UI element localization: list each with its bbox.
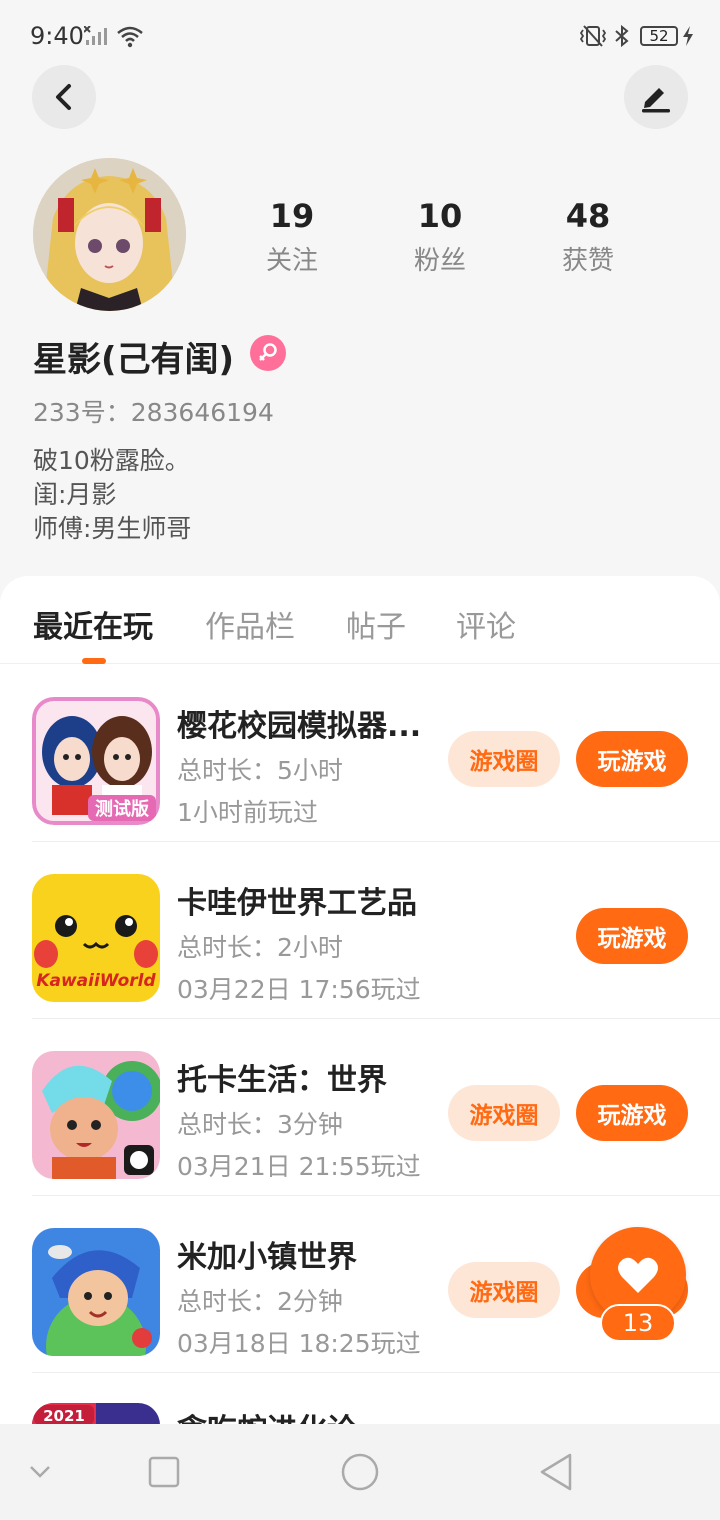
stat-fans[interactable]: 10 粉丝 — [380, 196, 500, 277]
user-id: 233号：283646194 — [33, 398, 274, 427]
play-game-button[interactable]: 玩游戏 — [576, 731, 688, 787]
bluetooth-icon — [615, 24, 629, 48]
status-time: 9:40 — [30, 22, 84, 50]
tab-comments[interactable]: 评论 — [456, 602, 516, 646]
system-nav-bar — [0, 1424, 720, 1520]
game-row[interactable]: KawaiiWorld 卡哇伊世界工艺品 总时长：2小时 03月22日 17:5… — [32, 842, 720, 1019]
stat-value: 10 — [417, 197, 463, 235]
game-icon: 测试版 — [32, 697, 160, 825]
play-game-button[interactable]: 玩游戏 — [576, 1085, 688, 1141]
year-badge: 2021 — [43, 1407, 85, 1425]
bio-line: 师傅:男生师哥 — [33, 514, 192, 543]
recents-icon[interactable] — [148, 1456, 180, 1488]
game-name: 米加小镇世界 — [177, 1240, 357, 1275]
game-name: 卡哇伊世界工艺品 — [177, 886, 417, 921]
tab-works[interactable]: 作品栏 — [205, 602, 295, 646]
play-game-button[interactable]: 玩游戏 — [576, 908, 688, 964]
game-name: 樱花校园模拟器... — [177, 709, 422, 744]
tab-posts[interactable]: 帖子 — [346, 602, 406, 646]
test-version-badge: 测试版 — [95, 798, 149, 820]
gender-female-icon — [250, 335, 286, 371]
game-last-played: 03月22日 17:56玩过 — [177, 975, 421, 1004]
battery-indicator: 52 — [640, 26, 678, 46]
game-icon — [32, 1051, 160, 1179]
tab-bar: 最近在玩 作品栏 帖子 评论 — [0, 576, 720, 664]
stat-value: 19 — [269, 197, 315, 235]
game-row[interactable]: 测试版 樱花校园模拟器... 总时长：5小时 1小时前玩过 游戏圈 玩游戏 — [32, 665, 720, 842]
status-bar: 9:40 52 — [0, 0, 720, 70]
stat-label: 粉丝 — [413, 246, 466, 276]
game-last-played: 03月21日 21:55玩过 — [177, 1152, 421, 1181]
game-row[interactable]: 托卡生活：世界 总时长：3分钟 03月21日 21:55玩过 游戏圈 玩游戏 — [32, 1019, 720, 1196]
stat-likes[interactable]: 48 获赞 — [528, 196, 648, 277]
avatar-illustration — [33, 158, 186, 311]
tab-indicator — [82, 658, 106, 664]
bio-line: 破10粉露脸。 — [33, 446, 190, 475]
bio: 破10粉露脸。 闺:月影 师傅:男生师哥 — [33, 444, 191, 546]
game-last-played: 1小时前玩过 — [177, 798, 318, 827]
bio-line: 闺:月影 — [33, 480, 117, 509]
stat-label: 获赞 — [561, 246, 614, 276]
hide-keyboard-icon[interactable] — [28, 1464, 52, 1480]
tab-recent-played[interactable]: 最近在玩 — [33, 602, 153, 646]
game-circle-button[interactable]: 游戏圈 — [448, 731, 560, 787]
stat-value: 48 — [565, 197, 611, 235]
like-count: 13 — [600, 1304, 676, 1342]
content-panel: 最近在玩 作品栏 帖子 评论 测试版 樱花校园模拟器... 总时长：5小时 1小… — [0, 576, 720, 1520]
game-duration: 总时长：3分钟 — [177, 1110, 343, 1139]
stat-label: 关注 — [265, 246, 318, 276]
game-icon: KawaiiWorld — [32, 874, 160, 1002]
edit-pen-icon — [642, 88, 670, 113]
nickname: 星影(己有闺) — [33, 340, 235, 380]
vibrate-mute-icon — [579, 25, 607, 47]
game-circle-button[interactable]: 游戏圈 — [448, 1085, 560, 1141]
heart-icon — [618, 1257, 658, 1293]
back-nav-icon[interactable] — [538, 1452, 574, 1492]
back-arrow-icon — [56, 84, 71, 110]
game-last-played: 03月18日 18:25玩过 — [177, 1329, 421, 1358]
game-icon — [32, 1228, 160, 1356]
charging-icon — [683, 26, 693, 46]
edit-profile-button[interactable] — [624, 65, 688, 129]
stat-following[interactable]: 19 关注 — [232, 196, 352, 277]
avatar[interactable] — [33, 158, 186, 311]
back-button[interactable] — [32, 65, 96, 129]
kawaii-world-logo: KawaiiWorld — [36, 971, 156, 991]
game-duration: 总时长：2小时 — [177, 933, 343, 962]
home-icon[interactable] — [340, 1452, 380, 1492]
game-name: 托卡生活：世界 — [177, 1063, 387, 1098]
game-circle-button[interactable]: 游戏圈 — [448, 1262, 560, 1318]
game-duration: 总时长：5小时 — [177, 756, 343, 785]
wifi-icon — [117, 26, 143, 48]
game-duration: 总时长：2分钟 — [177, 1287, 343, 1316]
signal-icon — [84, 26, 107, 45]
